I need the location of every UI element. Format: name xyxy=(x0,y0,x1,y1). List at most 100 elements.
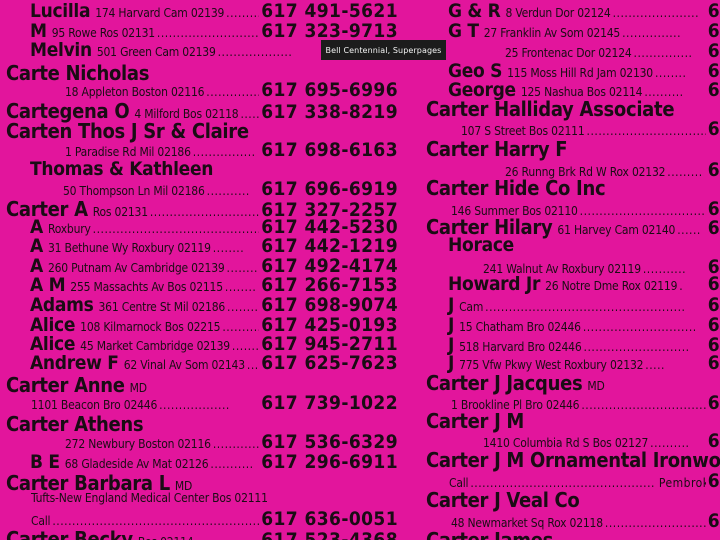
listing-address: MD xyxy=(129,381,147,395)
listing-address: 174 Harvard Cam 02139 xyxy=(95,6,225,20)
listing-address: Call xyxy=(31,514,51,528)
listing-line: G & R 8 Verdun Dor 02124.................… xyxy=(448,2,720,21)
listing-name: Carter James xyxy=(426,528,554,540)
listing-phone: 6 xyxy=(707,510,720,532)
listing-phone: 6 xyxy=(707,392,720,414)
listing-name: Carter Barbara L xyxy=(6,471,170,495)
listing-leader-dots: ................................. xyxy=(586,125,706,137)
listing-leader-dots: ........................................… xyxy=(92,223,260,235)
listing-name: G & R xyxy=(448,0,501,22)
listing-address: 1101 Beacon Bro 02446 xyxy=(31,398,158,412)
listing-leader-dots: ...................... xyxy=(612,7,700,19)
listing-leader-dots: ........ xyxy=(654,67,687,79)
listing-address: Ros 02131 xyxy=(92,205,148,219)
listing-leader-dots: ........................ xyxy=(226,7,259,19)
listing-phone: 6 xyxy=(707,217,720,239)
listing-phone: 6 xyxy=(707,352,720,374)
listing-leader-dots: .......... xyxy=(222,321,260,333)
listing-phone: 6 xyxy=(707,159,720,181)
listing-leader-dots: ...................................... xyxy=(156,27,260,39)
listing-leader-dots: ........ xyxy=(226,262,258,274)
listing-line: Carter J M xyxy=(426,411,524,431)
listing-line: B E 68 Gladeside Av Mat 02126........... 6… xyxy=(30,453,398,472)
listing-line: A M 255 Massachts Av Bos 02115........ 617… xyxy=(30,276,398,295)
listing-name: Carter J Jacques xyxy=(426,371,583,395)
listing-name: Carter Anne xyxy=(6,373,125,397)
listing-leader-dots: .......... xyxy=(227,301,259,313)
listing-leader-dots: ........... xyxy=(206,185,250,197)
listing-name: Andrew F xyxy=(30,352,119,374)
listing-phone: 6 xyxy=(707,294,720,316)
listing-name: Carten Thos J Sr & Claire xyxy=(6,119,249,143)
listing-line: Howard Jr 26 Notre Dme Rox 02119. 6 xyxy=(448,275,720,294)
listing-name: B E xyxy=(30,451,60,473)
listing-line: Carter J Jacques MD xyxy=(426,373,605,393)
listing-address: 255 Massachts Av Bos 02115 xyxy=(70,280,223,294)
listing-leader-dots: .............. xyxy=(212,438,260,450)
listing-leader-dots: ............... xyxy=(633,47,693,59)
listing-phone: 6 xyxy=(707,470,720,492)
listing-name: Carter J Veal Co xyxy=(426,488,580,512)
listing-line: G T 27 Franklin Av Som 02145.............… xyxy=(448,22,720,41)
listing-name: Carter A xyxy=(6,197,88,221)
listing-phone: 6 xyxy=(707,40,720,62)
listing-address: Roxbury xyxy=(47,222,91,236)
listing-address: Bos 02114 xyxy=(138,536,194,540)
listing-address: 108 Kilmarnock Bos 02215 xyxy=(80,320,221,334)
listing-phone: 6 xyxy=(707,20,720,42)
listing-line: Carter Athens xyxy=(6,414,144,434)
listing-phone: 6 xyxy=(707,273,720,295)
listing-phone: 617 442-1219 xyxy=(261,235,398,257)
listing-leader-dots: ........... xyxy=(642,263,687,275)
listing-address: 27 Franklin Av Som 02145 xyxy=(483,26,621,40)
listing-leader-dots: ........ xyxy=(231,340,260,352)
listing-address: 1 Paradise Rd Mil 02186 xyxy=(65,145,191,159)
listing-address: 272 Newbury Boston 02116 xyxy=(65,437,211,451)
listing-line: 272 Newbury Boston 02116..............61… xyxy=(60,433,398,452)
listing-name: Carter Hide Co Inc xyxy=(426,176,606,200)
listing-leader-dots: ........ xyxy=(212,242,245,254)
listing-leader-dots: ............................. xyxy=(582,321,697,333)
listing-leader-dots: ....... xyxy=(246,359,259,371)
listing-line: Carter Halliday Associate xyxy=(426,99,675,119)
listing-phone: 6 xyxy=(707,118,720,140)
listing-name: J xyxy=(448,294,455,316)
listing-line: J 15 Chatham Bro 02446...................… xyxy=(448,316,720,335)
listing-address: Cam xyxy=(459,300,484,314)
listing-line: Lucilla 174 Harvard Cam 02139............… xyxy=(30,2,398,21)
listing-address: 518 Harvard Bro 02446 xyxy=(459,340,582,354)
listing-leader-dots: ................................... xyxy=(149,206,260,218)
listing-line: Carter J M Ornamental Ironworks xyxy=(426,450,720,470)
listing-name: Carter J M xyxy=(426,409,525,433)
listing-name: Adams xyxy=(30,294,94,316)
listing-address: 18 Appleton Boston 02116 xyxy=(65,85,205,99)
listing-leader-dots: ..... xyxy=(645,359,665,371)
listing-line: Adams 361 Centre St Mil 02186..........61… xyxy=(30,296,398,315)
listing-phone: 617 536-6329 xyxy=(261,431,398,453)
listing-name: A xyxy=(30,235,43,257)
listing-address: 62 Vinal Av Som 02143 xyxy=(123,358,245,372)
listing-name: Melvin xyxy=(30,39,92,61)
listing-address: 361 Centre St Mil 02186 xyxy=(98,300,226,314)
listing-phone: 617 698-6163 xyxy=(261,139,398,161)
listing-leader-dots: .......................... xyxy=(604,517,706,529)
listing-line: Carter James xyxy=(426,530,553,540)
listing-address: 25 Frontenac Dor 02124 xyxy=(505,46,632,60)
font-tooltip: Bell Centennial, Superpages xyxy=(321,40,446,60)
listing-phone: 617 266-7153 xyxy=(261,274,398,296)
listing-address: 107 S Street Bos 02111 xyxy=(461,124,585,138)
listing-line: 18 Appleton Boston 02116...............6… xyxy=(60,81,398,100)
listing-phone: 6 xyxy=(707,0,720,22)
listing-address: 501 Green Cam 02139 xyxy=(96,45,216,59)
listing-leader-dots: ............... xyxy=(622,27,682,39)
listing-leader-dots: .......................... xyxy=(195,536,259,540)
listing-line: Carter Becky Bos 02114...................… xyxy=(6,529,398,540)
listing-leader-dots: ................ xyxy=(192,146,256,158)
listing-phone: 617 625-7623 xyxy=(261,352,398,374)
listing-leader-dots: ........................................… xyxy=(485,301,686,313)
listing-phone: 617 698-9074 xyxy=(261,294,398,316)
listing-line: Tufts-New England Medical Center Bos 021… xyxy=(26,492,268,504)
listing-leader-dots: . xyxy=(679,280,684,292)
listing-name: Thomas & Kathleen xyxy=(30,158,214,180)
listing-line: 1101 Beacon Bro 02446.................. 6… xyxy=(26,394,398,413)
